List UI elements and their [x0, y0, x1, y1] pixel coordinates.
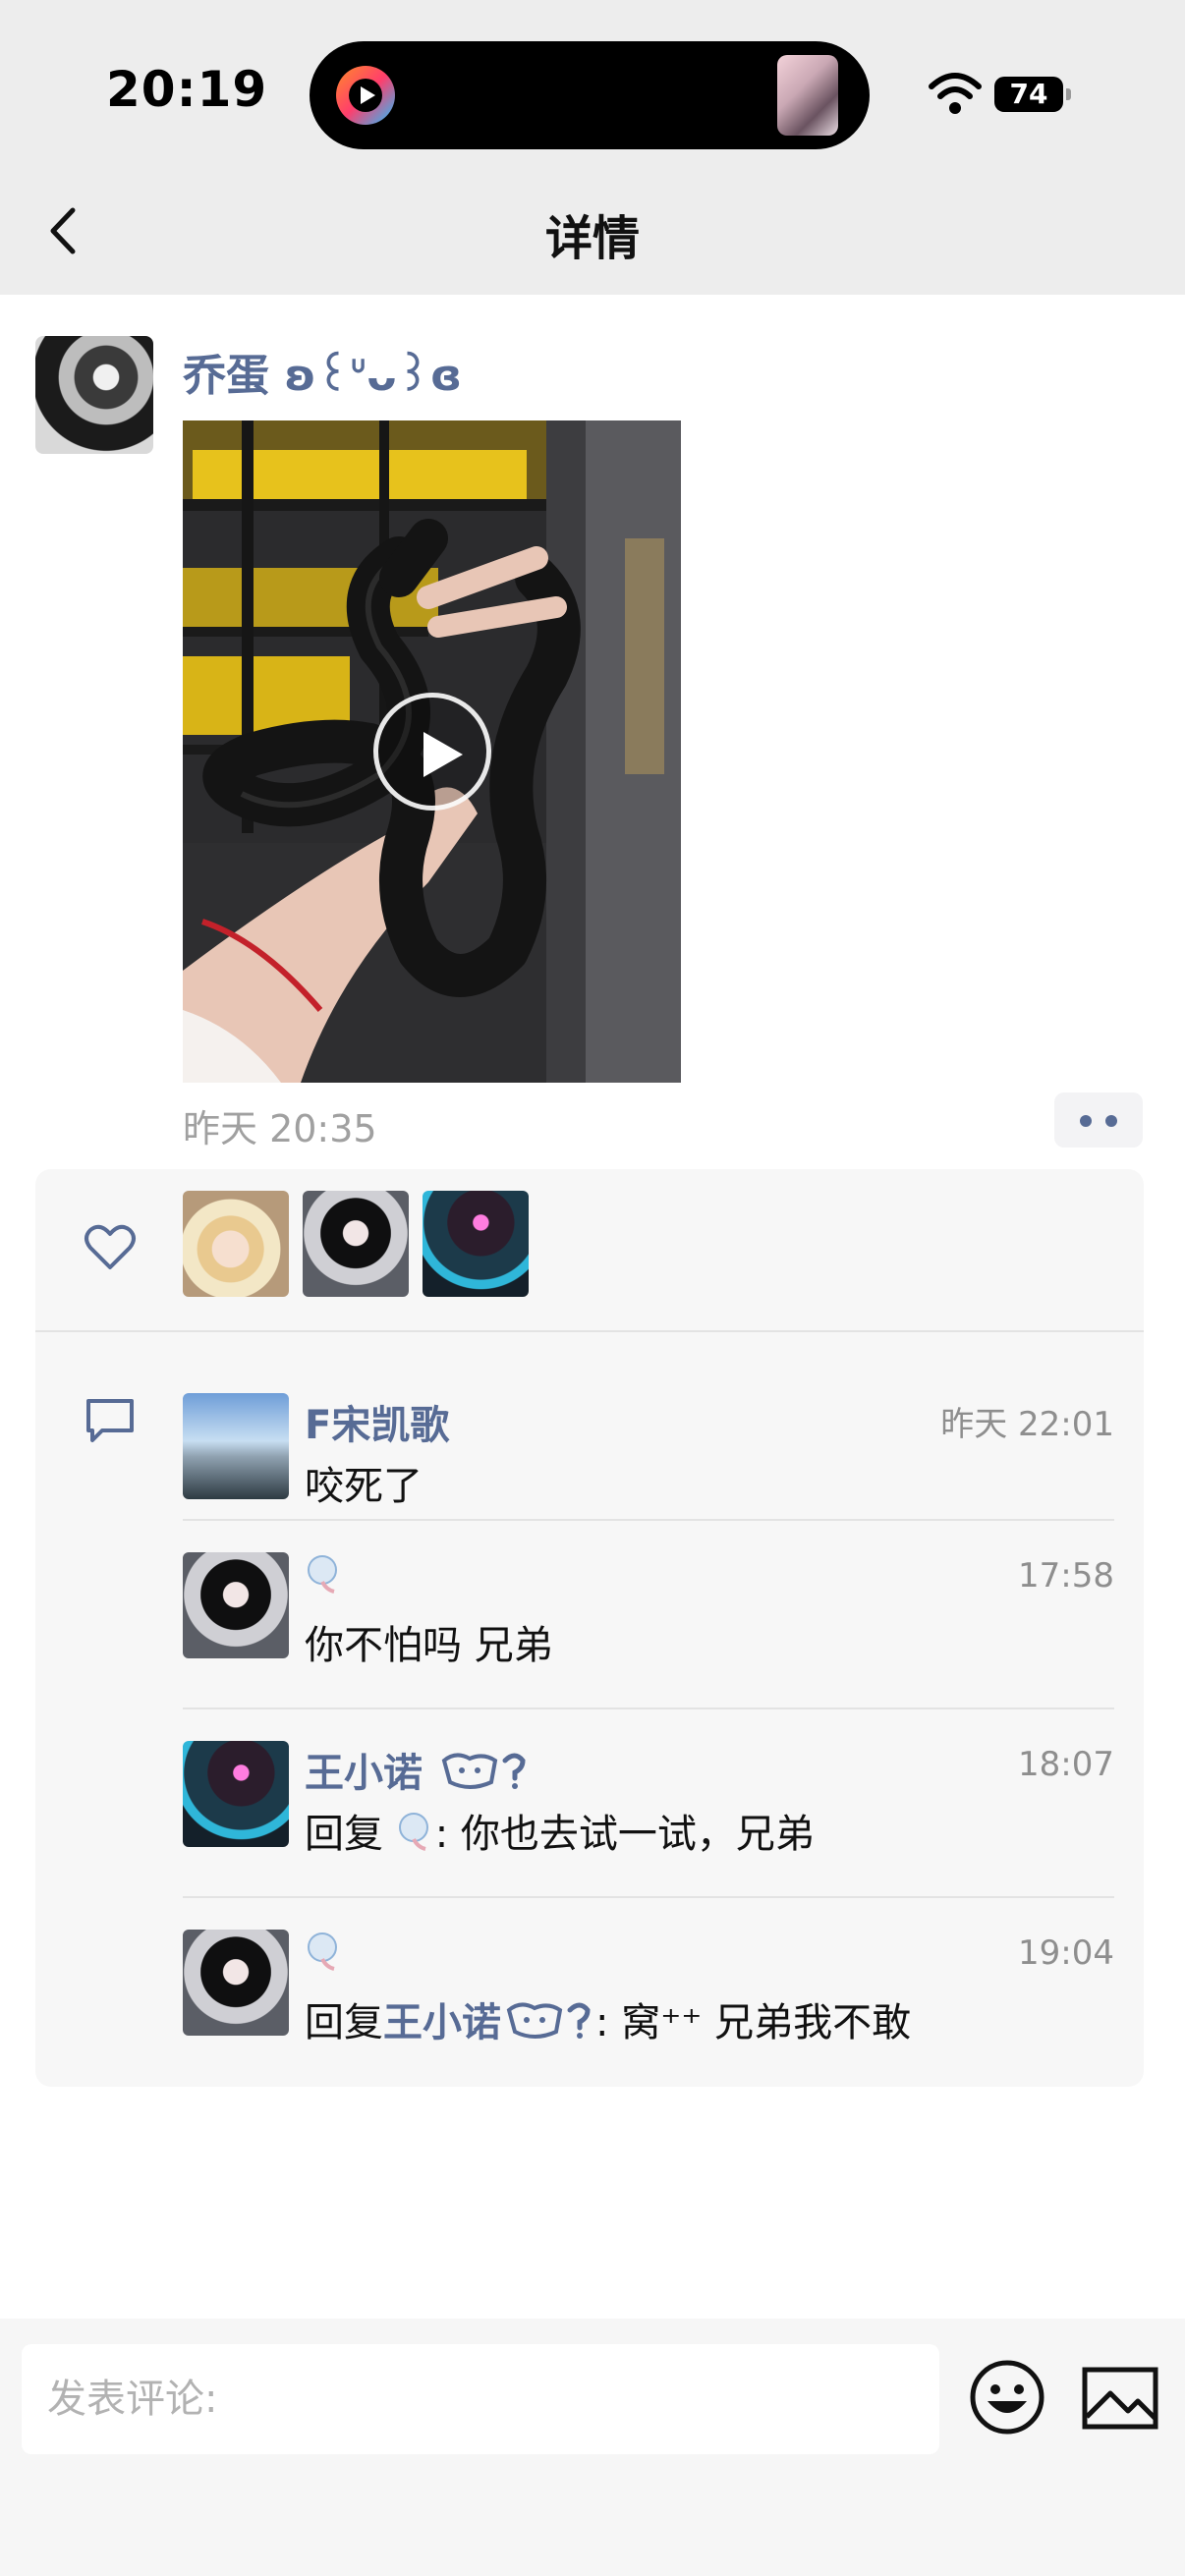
comment-divider	[183, 1519, 1114, 1521]
emoji-name-icon	[308, 1555, 337, 1594]
comment-time: 18:07	[1018, 1745, 1114, 1784]
commenter-avatar[interactable]	[183, 1930, 289, 2036]
interaction-panel: F宋凯歌 昨天 22:01 咬死了 17:58 你不怕吗 兄弟 王小诺 18:0…	[35, 1169, 1144, 2087]
heart-icon	[85, 1224, 136, 1269]
battery-indicator: 74	[994, 77, 1071, 112]
wifi-icon	[929, 73, 982, 114]
commenter-name[interactable]	[305, 1552, 344, 1599]
comment-item[interactable]: 17:58 你不怕吗 兄弟	[183, 1519, 1114, 1708]
comment-time: 昨天 22:01	[940, 1405, 1114, 1444]
post-author-name[interactable]: 乔蛋 ʚ꒰ᐡᴗ꒱ɞ	[183, 340, 462, 403]
liker-avatar[interactable]	[183, 1191, 289, 1297]
comment-text: 回复 : 你也去试一试，兄弟	[305, 1812, 815, 1857]
commenter-name[interactable]: 王小诺	[305, 1741, 531, 1798]
comment-time: 17:58	[1018, 1556, 1114, 1596]
commenter-name[interactable]: F宋凯歌	[305, 1393, 449, 1450]
reply-target-name[interactable]: 王小诺	[383, 2000, 501, 2045]
bear-face-name-icon	[506, 2002, 591, 2039]
commenter-avatar[interactable]	[183, 1393, 289, 1499]
comment-item[interactable]: 王小诺 18:07 回复 : 你也去试一试，兄弟	[183, 1708, 1114, 1896]
comment-bubble-icon	[86, 1399, 134, 1442]
more-actions-button[interactable]	[1054, 1092, 1143, 1148]
bear-face-name-icon	[441, 1753, 526, 1789]
post-timestamp: 昨天 20:35	[183, 1107, 377, 1150]
play-button[interactable]	[373, 693, 491, 811]
video-app-icon	[336, 66, 395, 125]
commenter-avatar[interactable]	[183, 1741, 289, 1847]
liker-avatar[interactable]	[423, 1191, 529, 1297]
dynamic-island[interactable]	[310, 41, 870, 149]
emoji-name-icon	[398, 1813, 428, 1851]
comment-text: 回复王小诺 : 窝⁺⁺ 兄弟我不敢	[305, 2000, 912, 2045]
comment-item[interactable]: 19:04 回复王小诺 : 窝⁺⁺ 兄弟我不敢	[183, 1896, 1114, 2085]
page-title: 详情	[544, 211, 640, 266]
comment-text: 你不怕吗 兄弟	[305, 1623, 553, 1668]
image-picker-icon[interactable]	[1081, 2366, 1159, 2431]
emoji-button-icon[interactable]	[968, 2358, 1046, 2436]
status-time: 20:19	[106, 61, 268, 118]
author-avatar[interactable]	[35, 336, 153, 454]
dot-icon	[1105, 1115, 1117, 1127]
comment-text: 咬死了	[305, 1464, 423, 1509]
video-thumbnail[interactable]	[183, 420, 681, 1083]
emoji-name-icon	[308, 1932, 337, 1971]
now-playing-thumbnail	[777, 55, 838, 136]
comment-composer-bar	[0, 2319, 1185, 2576]
commenter-name[interactable]	[305, 1930, 344, 1977]
likes-row	[35, 1169, 1144, 1332]
commenter-avatar[interactable]	[183, 1552, 289, 1658]
top-bar: 20:19 74 详情	[0, 0, 1185, 295]
comment-input[interactable]	[22, 2344, 939, 2454]
comment-divider	[183, 1896, 1114, 1898]
liker-avatar[interactable]	[303, 1191, 409, 1297]
dot-icon	[1080, 1115, 1092, 1127]
comment-divider	[183, 1708, 1114, 1709]
comment-time: 19:04	[1018, 1933, 1114, 1973]
